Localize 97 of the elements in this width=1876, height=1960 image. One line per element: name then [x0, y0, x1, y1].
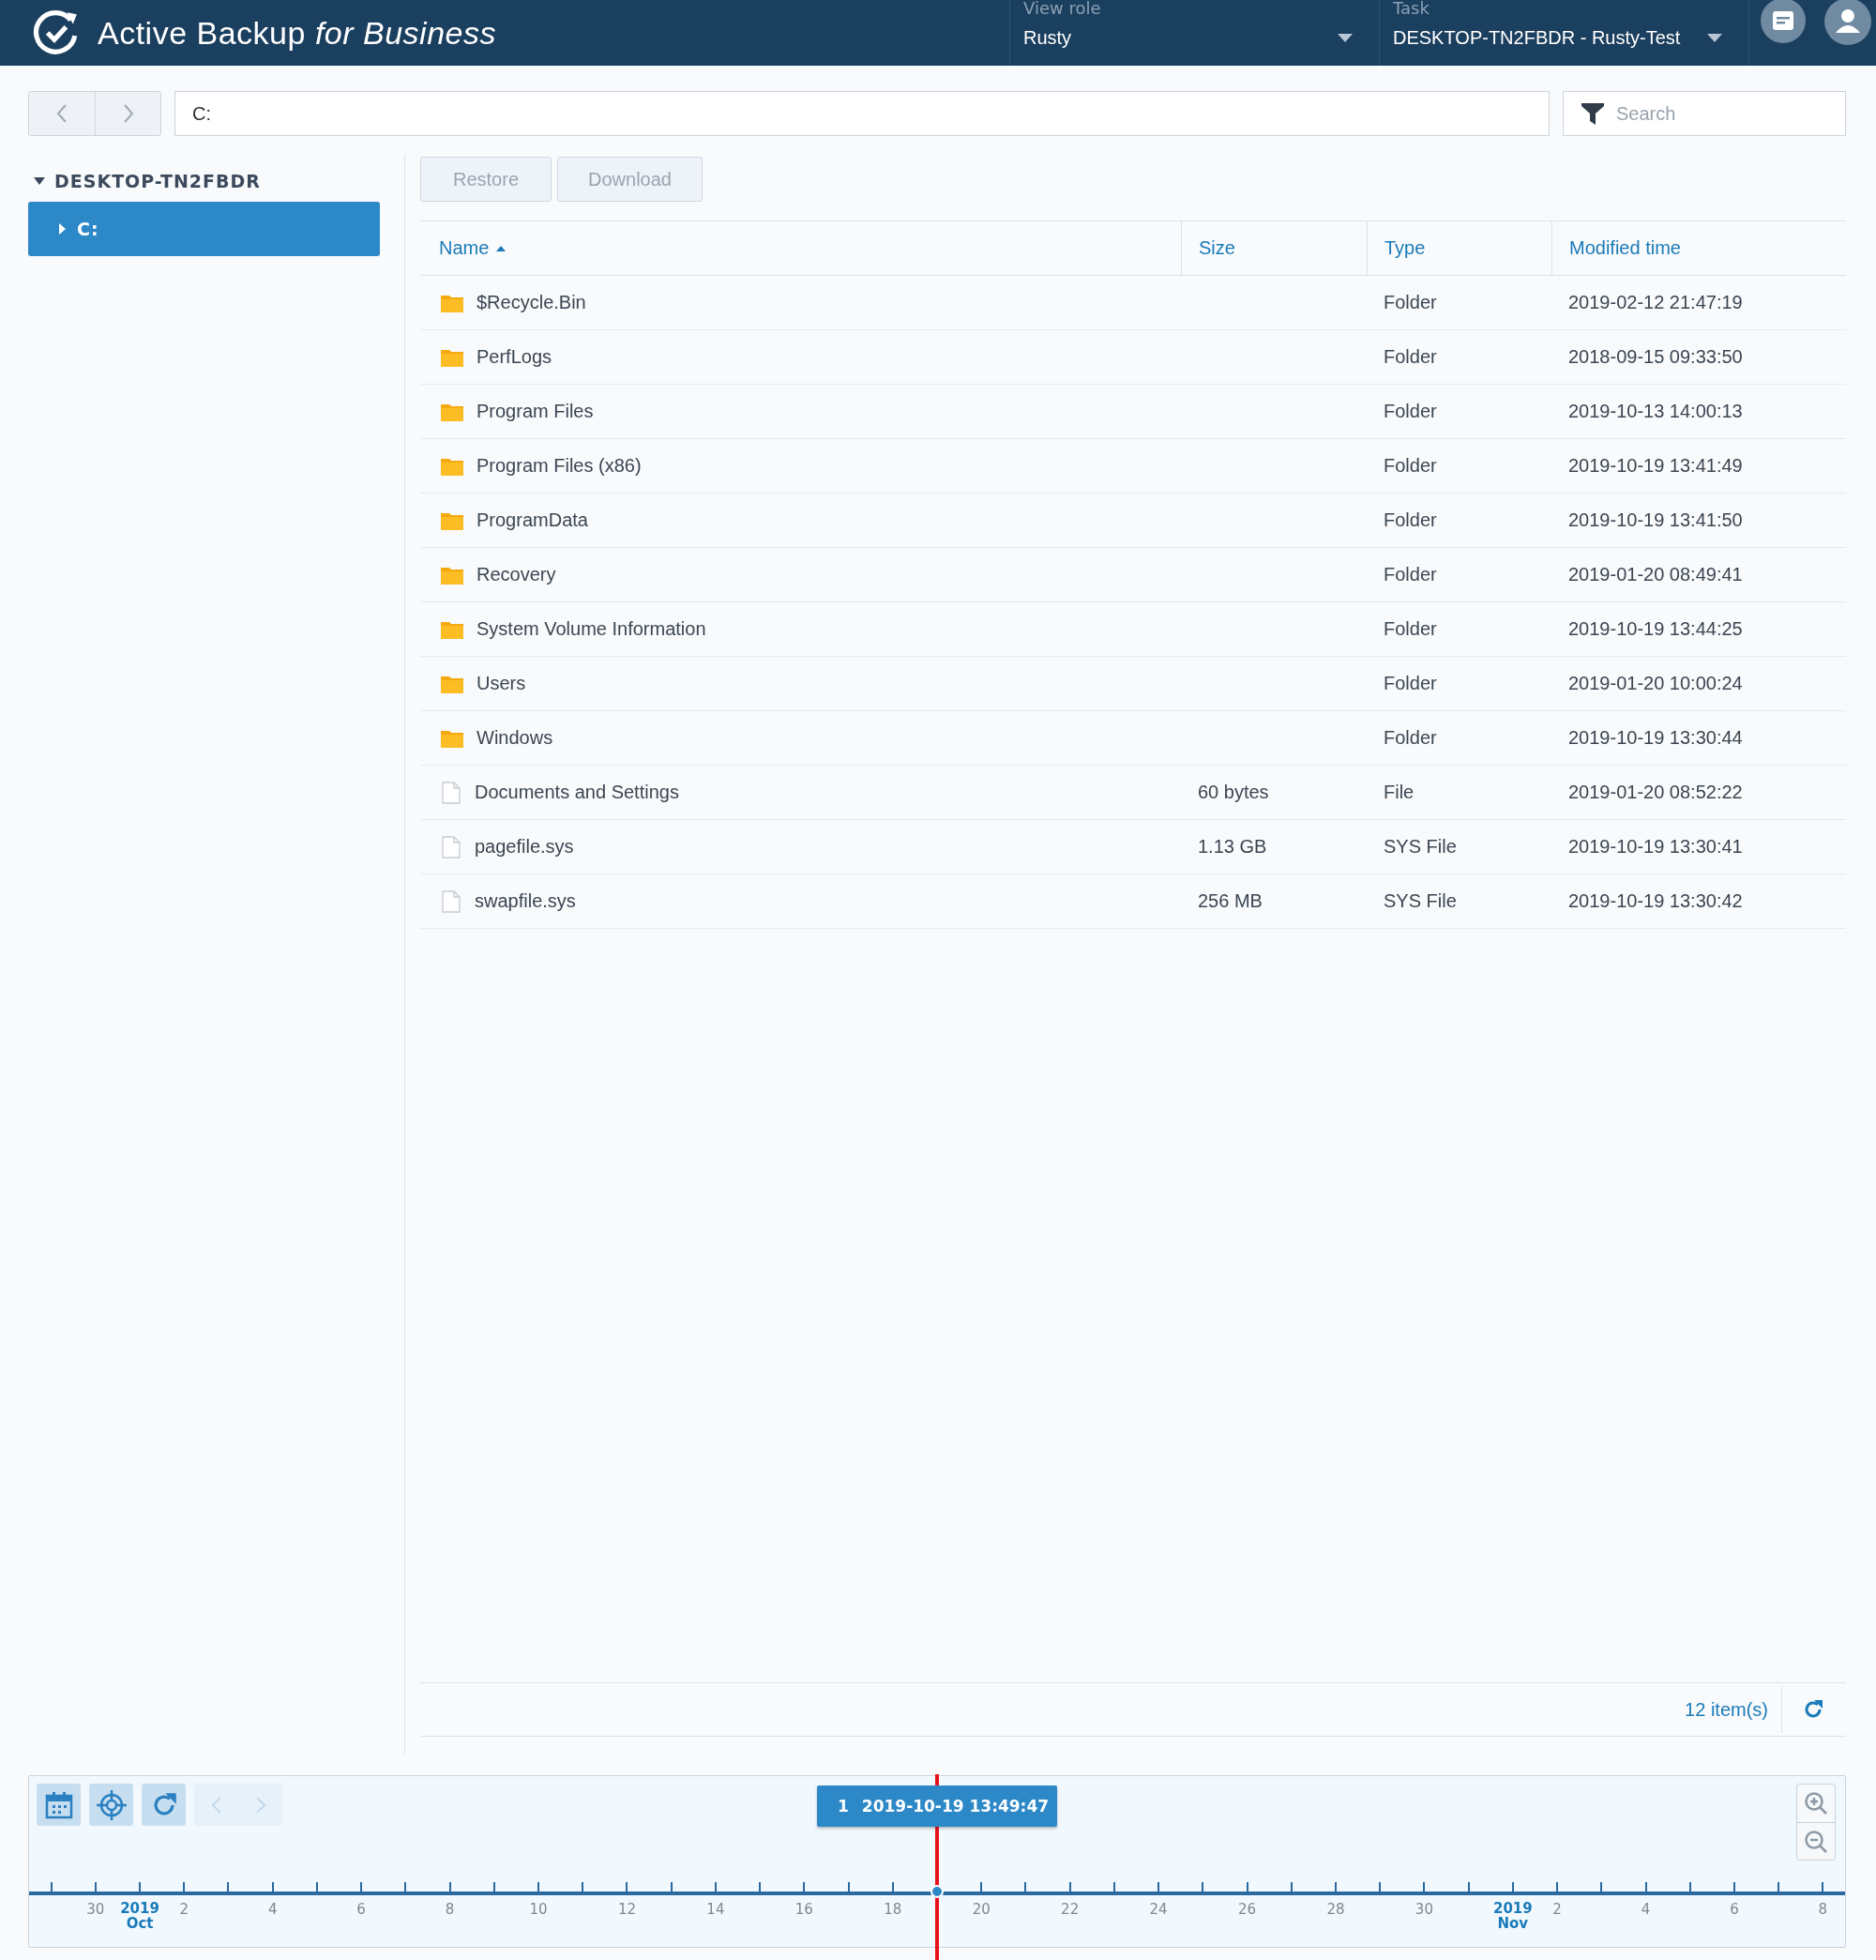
axis-label: 4 [267, 1901, 278, 1920]
search-field[interactable]: Search [1563, 91, 1846, 136]
tree-item[interactable]: DESKTOP-TN2FBDR [28, 164, 380, 198]
file-type: Folder [1384, 673, 1437, 694]
modified-time: 2019-10-19 13:41:49 [1568, 455, 1743, 477]
modified-time: 2019-10-19 13:30:42 [1568, 890, 1743, 912]
file-size: 256 MB [1198, 890, 1263, 912]
axis-label: 14 [706, 1901, 725, 1920]
chevron-left-icon [56, 104, 68, 123]
axis-label: 6 [356, 1901, 366, 1920]
file-type: Folder [1384, 509, 1437, 531]
version-time: 2019-10-19 13:49:47 [861, 1797, 1050, 1816]
file-name[interactable]: Windows [477, 727, 553, 749]
file-name[interactable]: Program Files [477, 401, 594, 422]
modified-time: 2019-10-19 13:30:44 [1568, 727, 1743, 749]
axis-label: 16 [794, 1901, 813, 1920]
file-name[interactable]: $Recycle.Bin [477, 292, 586, 313]
modified-time: 2019-10-19 13:41:50 [1568, 509, 1743, 531]
user-avatar-icon[interactable] [1824, 0, 1871, 45]
sort-arrow-icon [496, 245, 507, 251]
column-header[interactable]: Modified time [1551, 221, 1846, 275]
axis-label: 2 [179, 1901, 189, 1920]
caret-icon [1338, 34, 1353, 42]
modified-time: 2019-10-19 13:44:25 [1568, 618, 1743, 640]
caret-icon [56, 223, 68, 235]
axis-label: 20 [972, 1901, 991, 1920]
message-icon[interactable] [1761, 0, 1806, 43]
item-count: 12 item(s) [1685, 1686, 1782, 1733]
file-type: Folder [1384, 455, 1437, 477]
file-type: Folder [1384, 346, 1437, 368]
refresh-icon[interactable] [1803, 1699, 1823, 1720]
chevron-left-icon [211, 1796, 221, 1814]
file-name[interactable]: pagefile.sys [475, 836, 574, 858]
axis-label: 18 [884, 1901, 902, 1920]
calendar-icon [44, 1790, 73, 1819]
file-name[interactable]: swapfile.sys [475, 890, 576, 912]
file-type: Folder [1384, 618, 1437, 640]
chevron-right-icon [255, 1796, 265, 1814]
axis-label: 8 [1818, 1901, 1828, 1920]
caret-icon [34, 175, 45, 187]
file-type: Folder [1384, 564, 1437, 585]
modified-time: 2019-02-12 21:47:19 [1568, 292, 1743, 313]
file-name[interactable]: Recovery [477, 564, 556, 585]
month-label: 2019 Oct [120, 1901, 159, 1931]
app-title: Active Backup for Business [98, 14, 496, 52]
modified-time: 2019-10-13 14:00:13 [1568, 401, 1743, 422]
month-label: 2019 Nov [1492, 1901, 1533, 1931]
axis-label: 26 [1238, 1901, 1257, 1920]
file-type: SYS File [1384, 836, 1457, 858]
column-header[interactable]: Type [1367, 221, 1551, 275]
axis-label: 10 [529, 1901, 548, 1920]
axis-label: 30 [1415, 1901, 1433, 1920]
axis-label: 30 [86, 1901, 105, 1920]
column-header[interactable]: Name [420, 221, 1181, 275]
file-name[interactable]: PerfLogs [477, 346, 552, 368]
file-size: 1.13 GB [1198, 836, 1267, 858]
filter-icon [1581, 101, 1605, 126]
modified-time: 2018-09-15 09:33:50 [1568, 346, 1743, 368]
axis-label: 2 [1552, 1901, 1562, 1920]
task-dropdown[interactable]: Task DESKTOP-TN2FBDR - Rusty-Test [1379, 0, 1748, 66]
search-input[interactable]: Search [1614, 101, 1824, 126]
axis-label: 4 [1641, 1901, 1651, 1920]
axis-label: 8 [445, 1901, 455, 1920]
file-name[interactable]: Documents and Settings [475, 782, 679, 803]
calendar-button[interactable] [37, 1784, 81, 1826]
axis-label: 24 [1149, 1901, 1168, 1920]
zoom-out-icon [1804, 1829, 1828, 1854]
axis-label: 22 [1061, 1901, 1080, 1920]
modified-time: 2019-01-20 08:49:41 [1568, 564, 1743, 585]
axis-label: 28 [1326, 1901, 1345, 1920]
file-name[interactable]: Program Files (x86) [477, 455, 642, 477]
file-type: SYS File [1384, 890, 1457, 912]
zoom-in-icon [1804, 1791, 1828, 1816]
file-name[interactable]: ProgramData [477, 509, 588, 531]
file-type: Folder [1384, 292, 1437, 313]
file-size: 60 bytes [1198, 782, 1269, 803]
modified-time: 2019-10-19 13:30:41 [1568, 836, 1743, 858]
file-name[interactable]: System Volume Information [477, 618, 706, 640]
axis-label: 12 [617, 1901, 636, 1920]
refresh-button[interactable] [142, 1784, 186, 1826]
file-name[interactable]: Users [477, 673, 526, 694]
file-type: File [1384, 782, 1415, 803]
modified-time: 2019-01-20 08:52:22 [1568, 782, 1743, 803]
view-role-dropdown[interactable]: View role Rusty [1009, 0, 1379, 66]
crosshair-icon [95, 1788, 128, 1821]
version-count: 1 [838, 1797, 849, 1816]
tree-item[interactable]: C: [28, 202, 380, 256]
axis-label: 6 [1730, 1901, 1739, 1920]
modified-time: 2019-01-20 10:00:24 [1568, 673, 1743, 694]
time-marker-handle[interactable] [930, 1885, 944, 1898]
column-header[interactable]: Size [1181, 221, 1367, 275]
path-field[interactable]: C: [174, 91, 1550, 136]
caret-icon [1707, 34, 1722, 42]
file-type: Folder [1384, 401, 1437, 422]
file-type: Folder [1384, 727, 1437, 749]
locate-button[interactable] [89, 1784, 133, 1826]
chevron-right-icon [122, 104, 134, 123]
